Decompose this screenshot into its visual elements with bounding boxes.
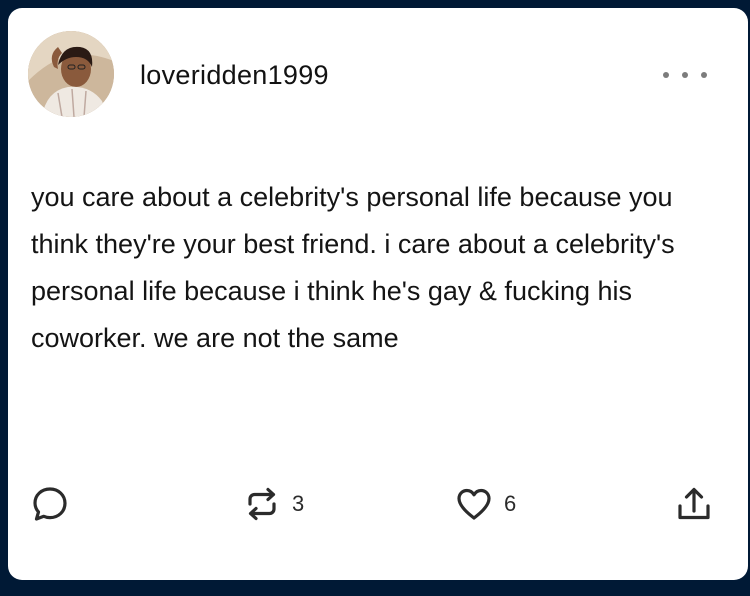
- reblog-icon: [242, 484, 282, 524]
- share-icon: [674, 484, 714, 524]
- post-footer: 3 6: [8, 474, 748, 534]
- avatar[interactable]: [28, 31, 114, 117]
- like-count: 6: [504, 491, 517, 516]
- more-options-button[interactable]: [663, 64, 707, 86]
- reply-button[interactable]: [30, 484, 70, 524]
- more-options-icon: [663, 72, 669, 78]
- username[interactable]: loveridden1999: [140, 60, 329, 91]
- reblog-count: 3: [292, 491, 305, 516]
- heart-icon: [454, 484, 494, 524]
- comment-icon: [30, 484, 70, 524]
- post-card: loveridden1999 you care about a celebrit…: [8, 8, 748, 580]
- share-button[interactable]: [674, 484, 714, 524]
- post-body: you care about a celebrity's personal li…: [31, 182, 675, 353]
- profile-photo-icon: [28, 31, 114, 117]
- like-button[interactable]: 6: [454, 484, 516, 524]
- more-options-dot: [701, 72, 707, 78]
- more-options-dot: [682, 72, 688, 78]
- reblog-button[interactable]: 3: [242, 484, 304, 524]
